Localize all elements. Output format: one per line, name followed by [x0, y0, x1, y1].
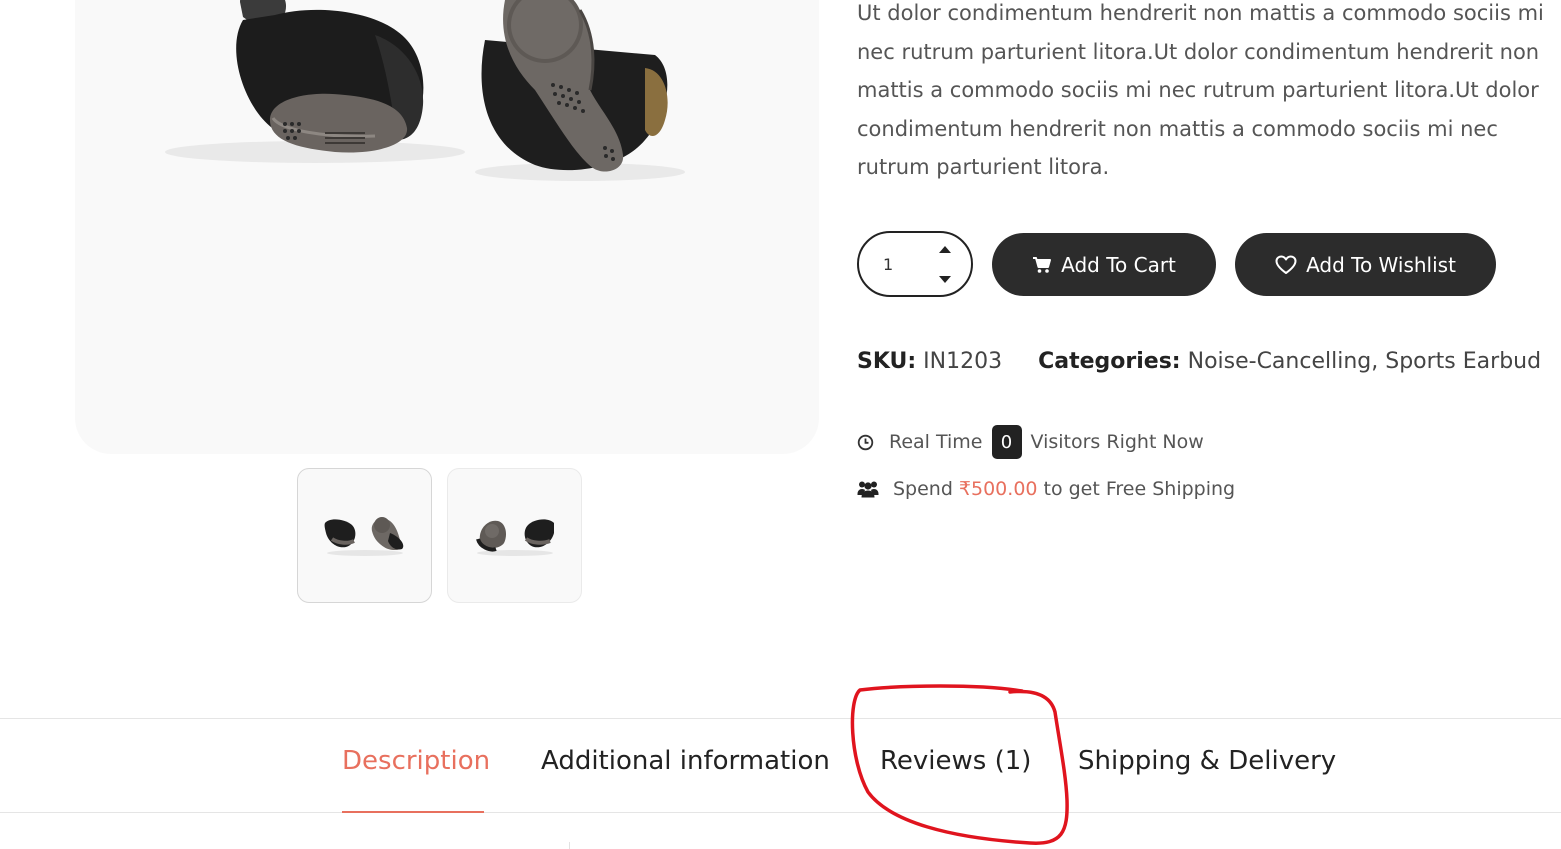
add-to-wishlist-button[interactable]: Add To Wishlist — [1235, 233, 1496, 296]
description-line: condimentum hendrerit non mattis a commo… — [857, 116, 1498, 141]
heart-icon — [1275, 255, 1297, 275]
sku-value: IN1203 — [923, 349, 1003, 374]
tabs-top-divider — [0, 718, 1561, 719]
thumbnail-1[interactable] — [297, 468, 432, 603]
add-to-cart-button[interactable]: Add To Cart — [992, 233, 1216, 296]
cart-icon — [1032, 256, 1052, 274]
add-to-cart-label: Add To Cart — [1061, 252, 1176, 277]
realtime-suffix: Visitors Right Now — [1030, 431, 1204, 453]
visitor-count-badge: 0 — [991, 425, 1022, 459]
description-line: Ut dolor condimentum hendrerit non matti… — [857, 1, 1544, 25]
free-shipping-amount: ₹500.00 — [958, 478, 1038, 500]
quantity-input[interactable] — [883, 254, 943, 274]
tab-panel-edge — [569, 842, 570, 849]
tabs-bottom-divider — [0, 812, 1561, 813]
tab-reviews[interactable]: Reviews (1) — [880, 746, 1031, 776]
thumbnail-strip — [297, 468, 582, 603]
thumbnail-2[interactable] — [447, 468, 582, 603]
shipping-prefix: Spend — [893, 478, 953, 500]
earbuds-thumbnail-image — [475, 518, 554, 556]
categories-label: Categories: — [1038, 349, 1181, 374]
realtime-visitors: Real Time 0 Visitors Right Now — [857, 425, 1204, 459]
category-link[interactable]: Noise-Cancelling — [1188, 349, 1372, 374]
clock-icon — [857, 434, 874, 451]
tab-additional-information[interactable]: Additional information — [541, 746, 830, 776]
earbuds-image — [165, 0, 685, 181]
category-separator: , — [1371, 349, 1386, 374]
category-link[interactable]: Sports Earbud — [1385, 349, 1541, 374]
caret-down-icon[interactable] — [939, 276, 951, 283]
description-line: mattis a commodo sociis mi nec rutrum pa… — [857, 78, 1539, 102]
users-icon — [857, 480, 879, 498]
shipping-suffix: to get Free Shipping — [1043, 478, 1236, 500]
sku-label: SKU: — [857, 349, 917, 374]
earbuds-thumbnail-image — [324, 516, 403, 556]
caret-up-icon[interactable] — [939, 246, 951, 253]
product-description: Ut dolor condimentum hendrerit non matti… — [857, 0, 1561, 187]
tab-description[interactable]: Description — [342, 746, 490, 776]
description-line: nec rutrum parturient litora.Ut dolor co… — [857, 39, 1540, 64]
add-to-wishlist-label: Add To Wishlist — [1306, 252, 1456, 277]
active-tab-underline — [342, 811, 484, 813]
quantity-stepper — [857, 231, 973, 297]
free-shipping-notice: Spend ₹500.00 to get Free Shipping — [857, 478, 1235, 500]
description-line: rutrum parturient litora. — [857, 155, 1110, 179]
product-main-image[interactable] — [75, 0, 819, 454]
product-meta: SKU: IN1203 Categories: Noise-Cancelling… — [857, 349, 1541, 374]
realtime-prefix: Real Time — [889, 431, 983, 453]
tab-shipping-delivery[interactable]: Shipping & Delivery — [1078, 746, 1336, 776]
